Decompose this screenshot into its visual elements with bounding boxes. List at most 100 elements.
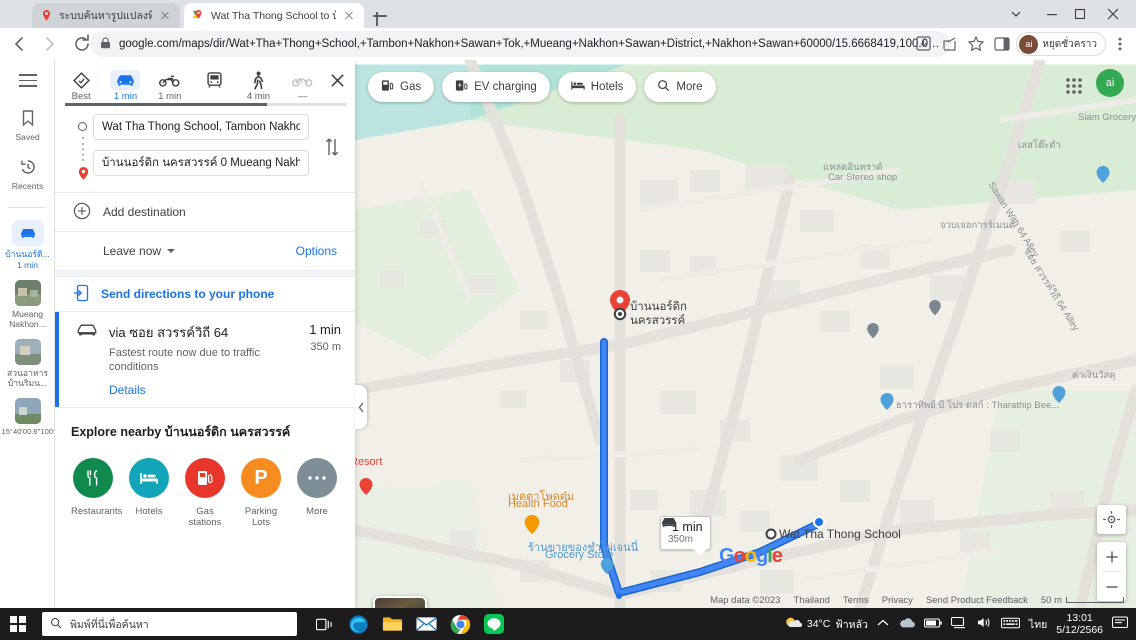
network-icon[interactable]	[950, 616, 967, 632]
history-icon	[19, 158, 37, 178]
destination-input[interactable]: บ้านนอร์ดิก นครสวรรค์ 0 Mueang Nakhon S	[93, 150, 309, 176]
mode-driving[interactable]: 1 min	[103, 66, 147, 102]
recent-trip-0[interactable]: บ้านนอร์ดิ... 1 min	[0, 208, 55, 270]
mode-walking[interactable]: 4 min	[236, 66, 280, 102]
taskbar-mail-icon[interactable]	[409, 608, 443, 640]
chip-gas[interactable]: Gas	[368, 72, 435, 102]
taskbar-edge-icon[interactable]	[341, 608, 375, 640]
account-avatar[interactable]: ai	[1096, 69, 1124, 97]
explore-chip-hotels[interactable]: Hotels	[127, 458, 171, 528]
volume-icon[interactable]	[976, 616, 992, 632]
browser-tab-1-close-icon[interactable]	[158, 9, 172, 23]
taskbar-line-icon[interactable]	[477, 608, 511, 640]
battery-icon[interactable]	[923, 617, 942, 631]
back-button[interactable]	[4, 30, 32, 58]
leave-now-row-inner: Leave now Options	[55, 232, 355, 270]
keyboard-icon[interactable]	[1000, 617, 1020, 632]
zoom-in-button[interactable]	[1097, 542, 1126, 571]
options-button[interactable]: Options	[296, 244, 337, 258]
taskbar-chrome-icon[interactable]	[443, 608, 477, 640]
install-icon[interactable]	[912, 32, 936, 56]
recent-trip-0-subtitle: 1 min	[16, 260, 38, 270]
footer-feedback[interactable]: Send Product Feedback	[926, 595, 1028, 606]
map-label-siam-grocery: Siam Grocery	[1078, 112, 1136, 123]
task-view-button[interactable]	[307, 608, 341, 640]
chip-hotels[interactable]: Hotels	[557, 72, 637, 102]
route-dots-icon	[82, 137, 84, 163]
recent-trip-1[interactable]: Mueang Nakhon...	[0, 270, 55, 329]
explore-chip-parking[interactable]: P Parking Lots	[239, 458, 283, 528]
footer-country[interactable]: Thailand	[793, 595, 829, 606]
taskbar-search-box[interactable]: พิมพ์ที่นี่เพื่อค้นหา	[42, 612, 297, 636]
leave-now-row: Leave now Options	[55, 231, 355, 270]
browser-tab-2[interactable]: Wat Tha Thong School to บ้านน...	[184, 3, 364, 28]
google-apps-button[interactable]	[1060, 72, 1088, 100]
tray-expand-icon[interactable]	[877, 618, 889, 631]
notifications-icon[interactable]	[1111, 615, 1129, 633]
recent-trip-3[interactable]: 15°40'00.6"100°04'27.2	[0, 388, 55, 436]
landsmaps-favicon	[40, 9, 53, 22]
add-destination-button[interactable]: Add destination	[55, 193, 355, 231]
windows-taskbar: พิมพ์ที่นี่เพื่อค้นหา 34°C ฟ้าหลัว ไทย 1…	[0, 608, 1136, 640]
collapse-panel-button[interactable]	[355, 385, 367, 429]
google-logo: Google	[719, 545, 783, 567]
explore-chip-more[interactable]: More	[295, 458, 339, 528]
language-indicator[interactable]: ไทย	[1029, 616, 1047, 633]
taskbar-file-explorer-icon[interactable]	[375, 608, 409, 640]
chevron-down-icon[interactable]	[167, 249, 176, 253]
send-directions-to-phone[interactable]: Send directions to your phone	[55, 277, 355, 311]
browser-tab-1[interactable]: ระบบค้นหารูปแปลงที่ดิน (LandsMaps)	[32, 3, 180, 28]
recent-trip-1-title: Mueang Nakhon...	[9, 309, 46, 329]
onedrive-icon[interactable]	[898, 617, 915, 632]
forward-button[interactable]	[36, 30, 64, 58]
profile-button[interactable]: ai หยุดชั่วคราว	[1016, 32, 1106, 56]
weather-desc: ฟ้าหลัว	[835, 618, 868, 631]
recenter-control[interactable]	[1097, 505, 1126, 534]
recent-trip-2[interactable]: สวนอาหารบ้านริมน...	[0, 329, 55, 388]
route-endpoints-indicator	[75, 118, 91, 180]
window-minimize-button[interactable]	[1039, 4, 1065, 24]
route-badge-distance: 350m	[668, 534, 694, 545]
footer-terms[interactable]: Terms	[843, 595, 869, 606]
new-tab-button[interactable]	[370, 6, 390, 26]
share-icon[interactable]	[938, 32, 962, 56]
map-scale-bar: 50 m	[1041, 595, 1124, 606]
sidebar-item-recents[interactable]: Recents	[0, 142, 55, 191]
add-destination-row[interactable]: Add destination	[55, 192, 355, 231]
route-card[interactable]: via ซอย สวรรค์วิถี 64 Fastest route now …	[55, 312, 355, 407]
mode-cycling[interactable]: —	[281, 66, 325, 102]
mode-best[interactable]: Best	[59, 66, 103, 102]
route-duration: 1 min	[309, 322, 341, 337]
explore-chip-restaurants[interactable]: Restaurants	[71, 458, 122, 528]
side-panel-icon[interactable]	[990, 32, 1014, 56]
address-bar[interactable]: google.com/maps/dir/Wat+Tha+Thong+School…	[90, 31, 950, 57]
sidebar-item-saved[interactable]: Saved	[0, 87, 55, 142]
chip-more[interactable]: More	[644, 72, 716, 102]
leave-now-label[interactable]: Leave now	[103, 244, 161, 258]
send-to-phone-icon	[73, 284, 89, 305]
tab-search-icon[interactable]	[1003, 4, 1029, 24]
explore-chip-gas[interactable]: Gas stations	[183, 458, 227, 528]
chip-ev-charging[interactable]: EV charging	[442, 72, 550, 102]
weather-widget[interactable]: 34°C ฟ้าหลัว	[783, 615, 868, 634]
mode-transit[interactable]	[192, 66, 236, 91]
swap-route-button[interactable]	[321, 134, 343, 160]
origin-dot-icon	[78, 122, 87, 131]
window-maximize-button[interactable]	[1067, 4, 1093, 24]
start-button[interactable]	[10, 616, 26, 632]
mode-motorcycle[interactable]: 1 min	[148, 66, 192, 102]
route-details-button[interactable]: Details	[109, 383, 297, 397]
recenter-icon[interactable]	[1097, 505, 1126, 534]
taskbar-clock[interactable]: 13:01 5/12/2566	[1056, 612, 1103, 636]
close-directions-button[interactable]	[325, 66, 351, 89]
map-label-restaurant-ne: เลสโต๊ะตำ	[1018, 140, 1061, 151]
origin-input[interactable]: Wat Tha Thong School, Tambon Nakhon	[93, 114, 309, 140]
chrome-menu-icon[interactable]	[1108, 32, 1132, 56]
address-bar-url: google.com/maps/dir/Wat+Tha+Thong+School…	[119, 38, 940, 50]
menu-button[interactable]	[0, 60, 55, 87]
window-close-button[interactable]	[1100, 4, 1126, 24]
browser-tab-2-close-icon[interactable]	[342, 9, 356, 23]
footer-privacy[interactable]: Privacy	[882, 595, 913, 606]
bookmark-star-icon[interactable]	[964, 32, 988, 56]
route-time-badge[interactable]: 1 min 350m	[660, 516, 711, 556]
